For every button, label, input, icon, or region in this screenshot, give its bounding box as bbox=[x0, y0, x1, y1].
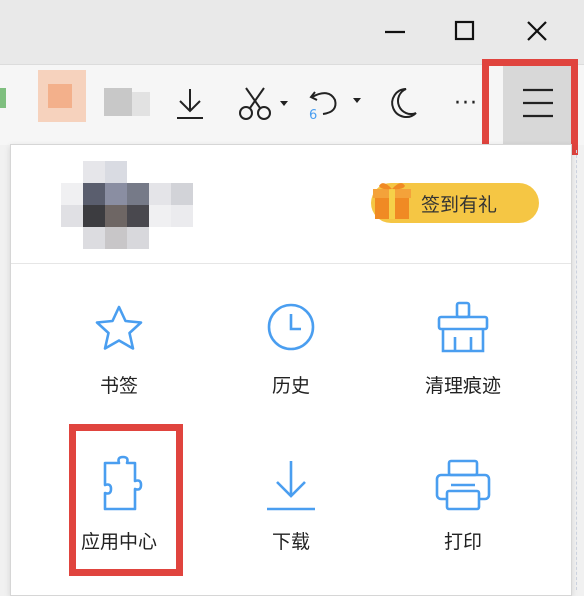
printer-icon bbox=[435, 459, 491, 511]
menu-item-bookmarks[interactable]: 书签 bbox=[39, 299, 199, 419]
app-center-highlight bbox=[69, 424, 183, 576]
more-icon: ··· bbox=[454, 90, 478, 116]
broom-icon bbox=[437, 301, 489, 353]
download-button[interactable] bbox=[170, 80, 210, 126]
menu-button-highlight bbox=[482, 59, 578, 155]
page-edge-guide bbox=[576, 150, 578, 590]
minimize-icon bbox=[385, 30, 405, 34]
menu-item-label: 打印 bbox=[443, 531, 482, 553]
blurred-extension-icon[interactable] bbox=[104, 88, 150, 118]
title-bar bbox=[0, 0, 584, 64]
undo-close-tab-button[interactable]: 6 bbox=[304, 80, 366, 126]
blurred-extension-icon[interactable] bbox=[0, 88, 6, 108]
checkin-reward-button[interactable]: 签到有礼 bbox=[371, 183, 539, 223]
screenshot-button[interactable] bbox=[232, 80, 292, 126]
more-button[interactable]: ··· bbox=[448, 80, 484, 126]
maximize-button[interactable] bbox=[444, 10, 486, 52]
profile-section: 签到有礼 bbox=[11, 145, 571, 264]
menu-item-downloads[interactable]: 下载 bbox=[211, 455, 371, 575]
gift-icon bbox=[373, 183, 411, 219]
star-icon bbox=[95, 305, 143, 350]
menu-item-label: 历史 bbox=[271, 375, 310, 397]
close-icon bbox=[527, 21, 547, 41]
avatar[interactable] bbox=[61, 161, 203, 249]
download-icon bbox=[177, 89, 203, 119]
undo-count-badge: 6 bbox=[309, 108, 318, 123]
download-icon bbox=[267, 461, 315, 511]
clock-icon bbox=[267, 303, 315, 351]
maximize-icon bbox=[454, 20, 475, 41]
close-button[interactable] bbox=[516, 10, 558, 52]
blurred-extension-icon[interactable] bbox=[38, 70, 86, 122]
menu-item-clear-traces[interactable]: 清理痕迹 bbox=[383, 299, 543, 419]
night-mode-button[interactable] bbox=[386, 80, 422, 126]
scissors-icon bbox=[239, 87, 288, 120]
menu-item-history[interactable]: 历史 bbox=[211, 299, 371, 419]
menu-item-label: 清理痕迹 bbox=[424, 375, 501, 397]
moon-icon bbox=[391, 88, 417, 118]
menu-item-label: 下载 bbox=[271, 531, 310, 553]
menu-item-print[interactable]: 打印 bbox=[383, 455, 543, 575]
checkin-label: 签到有礼 bbox=[421, 193, 498, 216]
minimize-button[interactable] bbox=[374, 10, 416, 52]
menu-item-label: 书签 bbox=[99, 375, 138, 397]
